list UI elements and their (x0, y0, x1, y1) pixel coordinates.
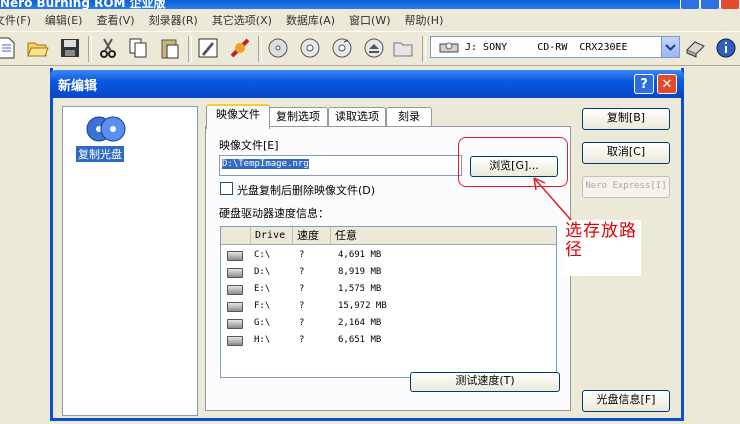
cut-icon[interactable] (96, 36, 120, 60)
menu-view[interactable]: 查看(V) (89, 12, 141, 28)
app-title: Nero Burning ROM 企业版 (0, 0, 166, 9)
drive-select-value: J: SONY CD-RW CRX230EE (465, 41, 628, 53)
menu-database[interactable]: 数据库(A) (279, 12, 342, 28)
minimize-button[interactable] (680, 0, 700, 9)
table-row[interactable]: H:\? 6,651 MB (221, 332, 556, 349)
menu-help[interactable]: 帮助(H) (398, 12, 451, 28)
copy-icon[interactable] (126, 36, 150, 60)
tab-burn[interactable]: 刻录 (386, 107, 432, 127)
table-row[interactable]: G:\? 2,164 MB (221, 315, 556, 332)
nero-express-button: Nero Express[I] (582, 176, 670, 198)
list-header: Drive 速度 任意 (221, 227, 556, 245)
copy-button[interactable]: 复制[B] (582, 108, 670, 130)
menu-recorder[interactable]: 刻录器(R) (142, 12, 205, 28)
speed-info-label: 硬盘驱动器速度信息： (219, 207, 329, 220)
burn-icon[interactable] (228, 36, 252, 60)
edit-icon[interactable] (196, 36, 220, 60)
hard-drive-icon (227, 268, 243, 278)
help-button[interactable]: ? (634, 74, 654, 94)
menu-edit[interactable]: 编辑(E) (38, 12, 90, 28)
table-row[interactable]: D:\? 8,919 MB (221, 264, 556, 281)
test-speed-button[interactable]: 测试速度(T) (410, 372, 560, 392)
column-drive[interactable]: Drive (251, 227, 293, 244)
save-icon[interactable] (58, 36, 82, 60)
tab-image-file[interactable]: 映像文件 (206, 104, 270, 129)
hard-drive-icon (227, 319, 243, 329)
tab-read-options[interactable]: 读取选项 (328, 107, 386, 127)
annotation-text: 选存放路径 (565, 221, 637, 260)
dialog-titlebar: 新编辑 (50, 70, 684, 98)
hard-drive-icon (227, 285, 243, 295)
delete-image-checkbox[interactable] (220, 182, 233, 195)
image-file-label: 映像文件[E] (219, 139, 279, 152)
delete-image-label: 光盘复制后删除映像文件(D) (237, 184, 376, 197)
table-row[interactable]: C:\? 4,691 MB (221, 247, 556, 264)
disc-info-icon[interactable] (266, 36, 290, 60)
menu-file[interactable]: 文件(F) (0, 12, 38, 28)
folder-icon[interactable] (392, 36, 416, 60)
drive-icon (439, 42, 459, 53)
copy-disc-icon[interactable] (330, 36, 354, 60)
menu-extras[interactable]: 其它选项(X) (205, 12, 279, 28)
menubar: 文件(F) 编辑(E) 查看(V) 刻录器(R) 其它选项(X) 数据库(A) … (0, 9, 740, 31)
erase-icon[interactable] (684, 36, 708, 60)
eject-icon[interactable] (362, 36, 386, 60)
close-app-button[interactable] (720, 0, 740, 9)
hard-drive-icon (227, 251, 243, 261)
image-path-value: D:\TempImage.nrg (222, 159, 309, 169)
hard-drive-icon (227, 302, 243, 312)
chevron-down-icon[interactable] (661, 37, 679, 57)
new-icon[interactable] (0, 36, 18, 60)
copy-disc-item[interactable]: 复制光盘 (76, 146, 124, 162)
disc-info-button[interactable]: 光盘信息[F] (582, 390, 670, 412)
column-speed[interactable]: 速度 (293, 227, 331, 244)
properties-icon[interactable] (714, 36, 738, 60)
cancel-button[interactable]: 取消[C] (582, 142, 670, 164)
copy-disc-icon[interactable] (86, 114, 126, 144)
table-row[interactable]: E:\? 1,575 MB (221, 281, 556, 298)
dialog-title: 新编辑 (58, 79, 98, 94)
maximize-button[interactable] (700, 0, 720, 9)
app-titlebar: Nero Burning ROM 企业版 (0, 0, 740, 9)
hard-drive-icon (227, 336, 243, 346)
table-row[interactable]: F:\? 15,972 MB (221, 298, 556, 315)
paste-icon[interactable] (158, 36, 182, 60)
open-folder-icon[interactable] (26, 36, 50, 60)
close-button[interactable]: ✕ (657, 74, 677, 94)
image-path-input[interactable]: D:\TempImage.nrg (219, 155, 462, 176)
disc-icon[interactable] (298, 36, 322, 60)
drive-select[interactable]: J: SONY CD-RW CRX230EE (430, 36, 680, 58)
menu-window[interactable]: 窗口(W) (342, 12, 397, 28)
tab-copy-options[interactable]: 复制选项 (268, 107, 328, 127)
